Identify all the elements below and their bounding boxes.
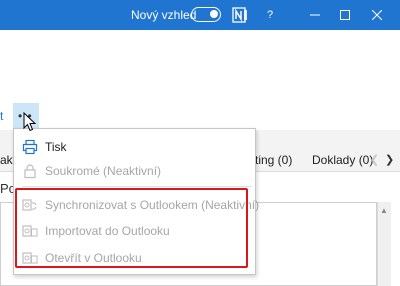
new-look-toggle[interactable] [191,7,221,22]
ribbon-partial-label[interactable]: t [0,109,3,123]
more-options-menu: Tisk Soukromé (Neaktivní) Synchronizovat… [13,128,259,275]
new-look-label: Nový vzhled [131,8,197,22]
outlook-sync-icon [22,197,38,213]
ribbon-area [0,30,400,130]
menu-item-label: Tisk [45,140,67,154]
tab-marketing[interactable]: ting (0) [255,153,292,167]
close-icon [372,10,382,20]
title-bar: Nový vzhled ? [0,0,400,30]
maximize-icon [340,10,350,20]
menu-item-private[interactable]: Soukromé (Neaktivní) [14,159,255,183]
tab-scroll-left-icon[interactable]: ❮ [370,153,379,166]
menu-item-label: Otevřít v Outlooku [45,251,142,265]
outlook-open-icon [22,250,38,266]
menu-item-label: Synchronizovat s Outlookem (Neaktivní) [45,198,260,212]
onenote-icon[interactable] [232,7,248,23]
menu-item-import-outlook[interactable]: Importovat do Outlooku [14,219,255,243]
menu-item-sync-outlook[interactable]: Synchronizovat s Outlookem (Neaktivní) [14,193,259,217]
menu-item-label: Importovat do Outlooku [45,224,170,238]
printer-icon [22,139,38,155]
help-button[interactable]: ? [262,7,278,23]
menu-item-print[interactable]: Tisk [14,135,255,159]
scroll-up-icon[interactable]: ▲ [380,206,388,215]
close-button[interactable] [362,0,392,30]
menu-item-label: Soukromé (Neaktivní) [45,164,162,178]
menu-separator [22,186,252,187]
outlook-import-icon [22,223,38,239]
menu-item-open-outlook[interactable]: Otevřít v Outlooku [14,246,255,270]
toggle-knob [210,10,218,18]
minimize-icon [310,14,320,16]
tab-scroll-right-icon[interactable]: ❯ [385,153,394,166]
maximize-button[interactable] [330,0,360,30]
mouse-cursor-icon [23,112,36,132]
tab-doklady[interactable]: Doklady (0) [312,153,373,167]
lock-icon [22,163,38,179]
minimize-button[interactable] [300,0,330,30]
